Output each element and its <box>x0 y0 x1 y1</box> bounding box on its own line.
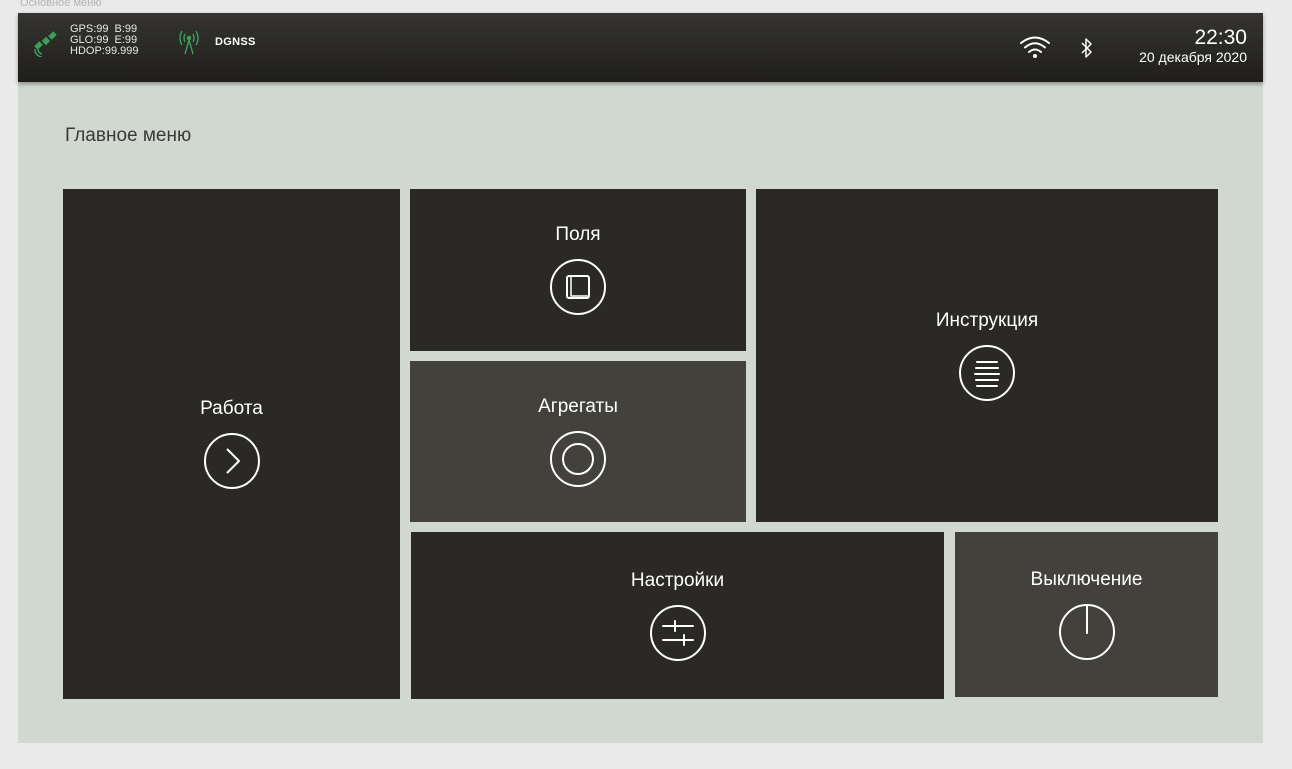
list-lines-icon <box>959 344 1015 401</box>
tile-settings-label: Настройки <box>630 569 725 591</box>
clock: 22:30 20 декабря 2020 <box>1139 27 1247 66</box>
chevron-right-icon <box>203 433 260 489</box>
ring-icon <box>550 430 606 487</box>
tile-shutdown[interactable]: Выключение <box>955 532 1218 697</box>
tile-settings[interactable]: Настройки <box>411 532 944 699</box>
tile-units-label: Агрегаты <box>538 395 618 417</box>
hdop-value: HDOP:99.999 <box>70 45 139 57</box>
tile-manual-label: Инструкция <box>935 309 1039 331</box>
tile-manual[interactable]: Инструкция <box>756 189 1218 522</box>
tile-fields-label: Поля <box>555 224 601 245</box>
antenna-icon <box>179 30 199 55</box>
tile-work[interactable]: Работа <box>63 189 400 699</box>
tile-units[interactable]: Агрегаты <box>410 361 746 522</box>
tile-shutdown-label: Выключение <box>1030 568 1143 590</box>
tile-work-label: Работа <box>200 398 263 419</box>
bluetooth-icon[interactable] <box>1080 37 1094 59</box>
sliders-icon <box>649 604 706 661</box>
tile-fields[interactable]: Поля <box>410 189 746 351</box>
satellite-icon <box>34 31 57 57</box>
device-screen: GPS:99 B:99 GLO:99 E:99 HDOP:99.999 DGNSS <box>18 13 1263 743</box>
clock-time: 22:30 <box>1194 26 1247 49</box>
power-icon <box>1058 603 1115 660</box>
frame-label: Основное меню <box>20 0 102 9</box>
correction-status: DGNSS <box>215 36 256 48</box>
status-bar: GPS:99 B:99 GLO:99 E:99 HDOP:99.999 DGNSS <box>18 13 1263 82</box>
clock-date: 20 декабря 2020 <box>1139 49 1247 65</box>
square-icon <box>550 259 606 315</box>
gnss-info: GPS:99 B:99 GLO:99 E:99 HDOP:99.999 <box>70 24 144 57</box>
wifi-icon[interactable] <box>1018 35 1052 59</box>
page-title: Главное меню <box>65 125 192 146</box>
